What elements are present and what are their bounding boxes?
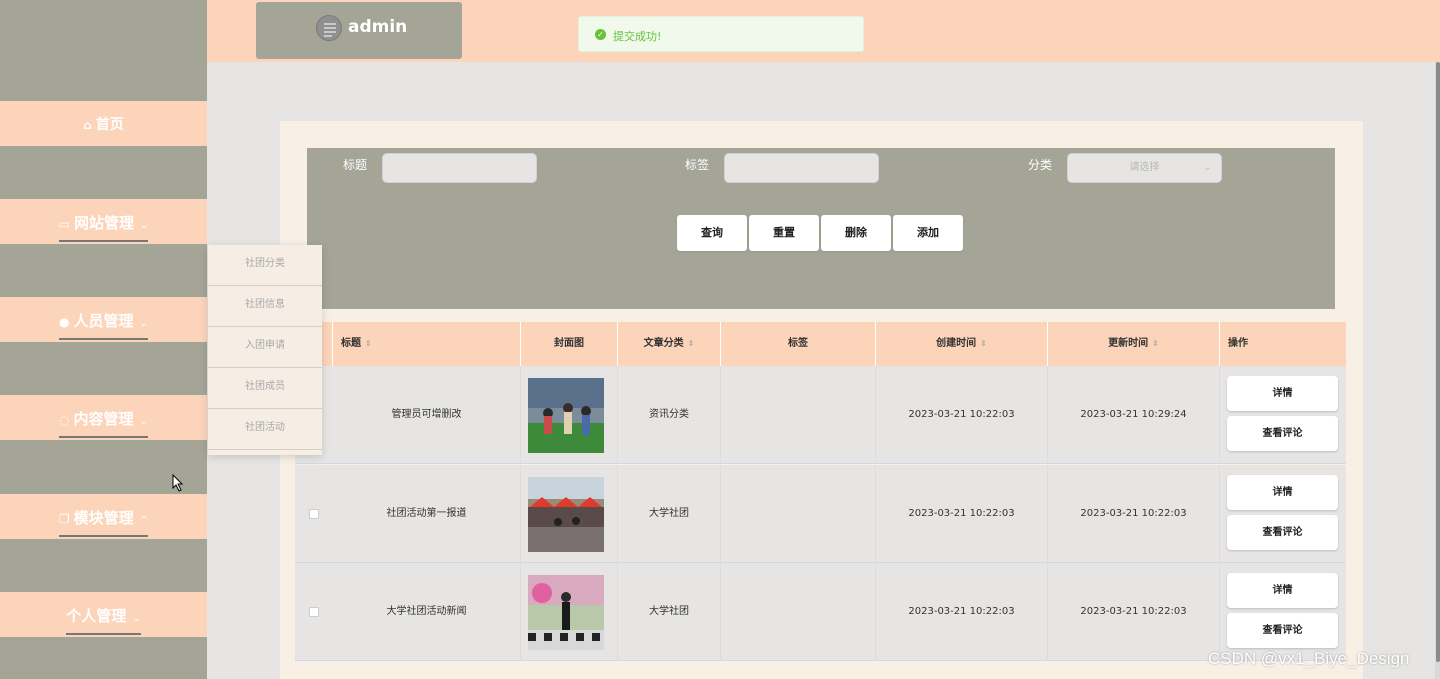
chevron-down-icon: ⌄ bbox=[132, 613, 141, 624]
row-updated: 2023-03-21 10:29:24 bbox=[1048, 366, 1220, 464]
query-button[interactable]: 查询 bbox=[677, 215, 747, 251]
view-comments-button[interactable]: 查看评论 bbox=[1227, 613, 1338, 648]
user-menu[interactable]: admin bbox=[256, 2, 462, 59]
toast-message: 提交成功! bbox=[613, 30, 662, 43]
sort-icon[interactable]: ⇕ bbox=[1152, 339, 1159, 348]
sidebar-item-people[interactable]: ● 人员管理 ⌄ bbox=[0, 297, 207, 342]
avatar bbox=[316, 15, 342, 41]
user-icon: ● bbox=[59, 315, 70, 329]
column-cover: 封面图 bbox=[521, 322, 618, 366]
table-row: 管理员可增删改 资讯分类 2023-03-21 10:22:03 2023-03… bbox=[295, 366, 1346, 464]
row-tag bbox=[721, 366, 876, 464]
sidebar-item-personal[interactable]: 个人管理 ⌄ bbox=[0, 592, 207, 637]
detail-button[interactable]: 详情 bbox=[1227, 376, 1338, 411]
submenu-item-club-members[interactable]: 社团成员 bbox=[208, 368, 322, 409]
chevron-down-icon: ⌄ bbox=[139, 220, 149, 231]
sidebar-item-label: 首页 bbox=[95, 117, 124, 133]
tag-input[interactable] bbox=[724, 153, 879, 183]
sidebar-item-label: 模块管理 bbox=[73, 509, 134, 527]
view-comments-button[interactable]: 查看评论 bbox=[1227, 416, 1338, 451]
delete-button[interactable]: 删除 bbox=[821, 215, 891, 251]
admin-name: admin bbox=[348, 17, 408, 37]
column-actions: 操作 bbox=[1228, 338, 1248, 349]
sidebar-item-website[interactable]: ▭ 网站管理 ⌄ bbox=[0, 199, 207, 244]
chevron-up-icon: ⌃ bbox=[139, 515, 149, 526]
cover-image bbox=[528, 477, 604, 552]
view-comments-button[interactable]: 查看评论 bbox=[1227, 515, 1338, 550]
sidebar-item-content[interactable]: ◌ 内容管理 ⌄ bbox=[0, 395, 207, 440]
row-updated: 2023-03-21 10:22:03 bbox=[1048, 563, 1220, 661]
row-checkbox[interactable] bbox=[309, 509, 319, 519]
table-header: 标题 ⇕ 封面图 文章分类 ⇕ 标签 创建时间 ⇕ 更新时间 ⇕ 操作 bbox=[295, 322, 1346, 366]
home-icon: ⌂ bbox=[83, 118, 92, 132]
reset-button[interactable]: 重置 bbox=[749, 215, 819, 251]
cart-icon: ▭ bbox=[58, 217, 70, 231]
chat-icon: ◌ bbox=[59, 413, 70, 427]
module-submenu: 社团分类 社团信息 入团申请 社团成员 社团活动 bbox=[208, 245, 322, 455]
search-bar: 标题 标签 分类 请选择 ⌄ 查询 重置 删除 添加 bbox=[307, 148, 1335, 309]
sort-icon[interactable]: ⇕ bbox=[980, 339, 987, 348]
sidebar-item-label: 网站管理 bbox=[73, 214, 134, 232]
row-title: 管理员可增删改 bbox=[333, 366, 521, 464]
sidebar: ⌂ 首页 ▭ 网站管理 ⌄ ● 人员管理 ⌄ ◌ 内容管理 ⌄ ❐ 模块管理 ⌃ 个人管理 ⌄ bbox=[0, 0, 207, 679]
row-created: 2023-03-21 10:22:03 bbox=[876, 563, 1048, 661]
tag-label: 标签 bbox=[685, 158, 710, 172]
row-created: 2023-03-21 10:22:03 bbox=[876, 366, 1048, 464]
row-created: 2023-03-21 10:22:03 bbox=[876, 465, 1048, 563]
add-button[interactable]: 添加 bbox=[893, 215, 963, 251]
watermark: CSDN @vx1_Biye_Design bbox=[1208, 649, 1410, 668]
scrollbar-thumb[interactable] bbox=[1436, 62, 1440, 662]
column-updated[interactable]: 更新时间 ⇕ bbox=[1048, 322, 1220, 366]
sort-icon[interactable]: ⇕ bbox=[365, 339, 372, 348]
sidebar-item-label: 人员管理 bbox=[73, 312, 134, 330]
sort-icon[interactable]: ⇕ bbox=[688, 339, 695, 348]
chevron-down-icon: ⌄ bbox=[1203, 163, 1211, 173]
column-created[interactable]: 创建时间 ⇕ bbox=[876, 322, 1048, 366]
sidebar-item-label: 个人管理 bbox=[66, 607, 127, 625]
submenu-item-club-activities[interactable]: 社团活动 bbox=[208, 409, 322, 450]
sidebar-item-home[interactable]: ⌂ 首页 bbox=[0, 101, 207, 146]
sidebar-item-module[interactable]: ❐ 模块管理 ⌃ bbox=[0, 494, 207, 539]
check-circle-icon: ✓ bbox=[595, 29, 606, 40]
submenu-item-club-info[interactable]: 社团信息 bbox=[208, 286, 322, 327]
row-tag bbox=[721, 465, 876, 563]
row-updated: 2023-03-21 10:22:03 bbox=[1048, 465, 1220, 563]
detail-button[interactable]: 详情 bbox=[1227, 475, 1338, 510]
row-category: 资讯分类 bbox=[618, 366, 721, 464]
category-label: 分类 bbox=[1028, 158, 1053, 172]
column-category[interactable]: 文章分类 ⇕ bbox=[618, 322, 721, 366]
submenu-item-join-request[interactable]: 入团申请 bbox=[208, 327, 322, 368]
row-title: 社团活动第一报道 bbox=[333, 465, 521, 563]
table-row: 社团活动第一报道 大学社团 2023-03-21 10:22:03 2023-0… bbox=[295, 465, 1346, 563]
mouse-cursor-icon bbox=[172, 474, 184, 492]
sidebar-item-label: 内容管理 bbox=[73, 410, 134, 428]
submenu-item-club-category[interactable]: 社团分类 bbox=[208, 245, 322, 286]
title-input[interactable] bbox=[382, 153, 537, 183]
table-row: 大学社团活动新闻 大学社团 2023-03-21 10:22:03 2023-0… bbox=[295, 563, 1346, 661]
column-tag: 标签 bbox=[721, 322, 876, 366]
detail-button[interactable]: 详情 bbox=[1227, 573, 1338, 608]
row-category: 大学社团 bbox=[618, 563, 721, 661]
category-select[interactable]: 请选择 ⌄ bbox=[1067, 153, 1222, 183]
success-toast: ✓ 提交成功! bbox=[578, 16, 864, 52]
chevron-down-icon: ⌄ bbox=[139, 318, 148, 329]
title-label: 标题 bbox=[343, 158, 368, 172]
cover-image bbox=[528, 378, 604, 453]
row-title: 大学社团活动新闻 bbox=[333, 563, 521, 661]
row-checkbox[interactable] bbox=[309, 607, 319, 617]
chevron-down-icon: ⌄ bbox=[139, 416, 148, 427]
column-title[interactable]: 标题 ⇕ bbox=[333, 322, 521, 366]
row-category: 大学社团 bbox=[618, 465, 721, 563]
row-tag bbox=[721, 563, 876, 661]
cover-image bbox=[528, 575, 604, 650]
copy-icon: ❐ bbox=[58, 512, 70, 526]
category-placeholder: 请选择 bbox=[1129, 162, 1160, 173]
